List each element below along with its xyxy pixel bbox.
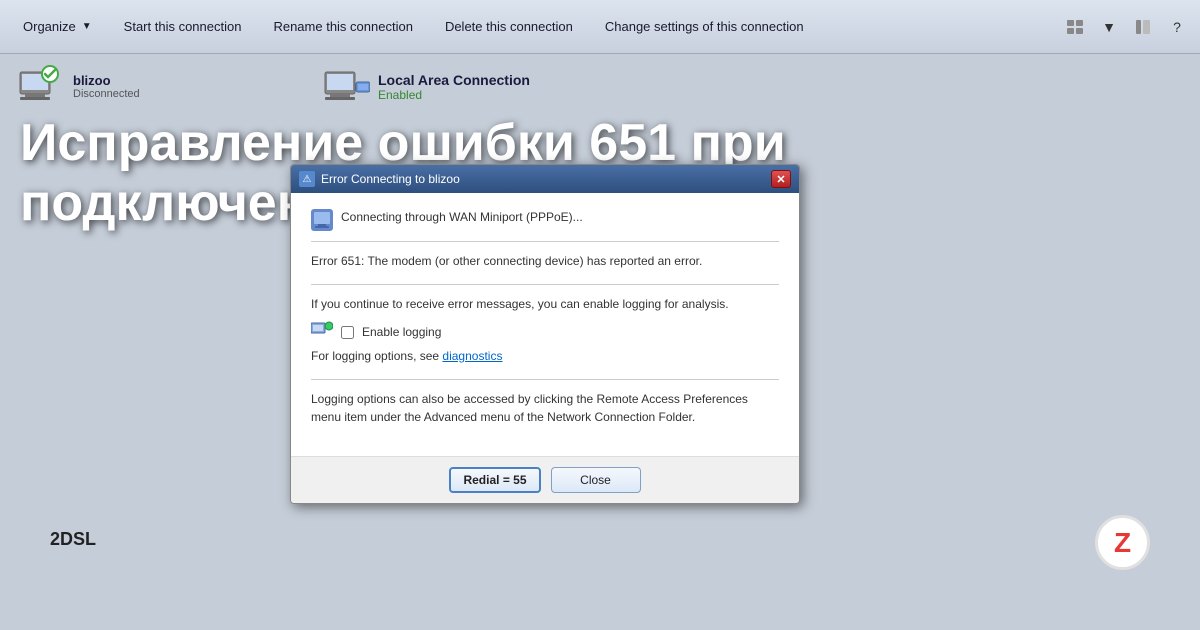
pane-icon	[1136, 20, 1150, 34]
connecting-icon	[311, 209, 333, 231]
connecting-row: Connecting through WAN Miniport (PPPoE).…	[311, 209, 779, 231]
close-button[interactable]: Close	[551, 467, 641, 493]
toolbar-right: ▼ ?	[1060, 12, 1192, 42]
delete-connection-button[interactable]: Delete this connection	[430, 8, 588, 46]
toolbar: Organize ▼ Start this connection Rename …	[0, 0, 1200, 54]
organize-label: Organize	[23, 19, 76, 34]
dialog-body: Connecting through WAN Miniport (PPPoE).…	[291, 193, 799, 456]
main-area: blizoo Disconnected Local Area Connectio…	[0, 54, 1200, 630]
rename-label: Rename this connection	[273, 19, 412, 34]
redial-label: Redial = 55	[463, 473, 526, 487]
enable-logging-row: Enable logging	[311, 321, 779, 343]
dialog-title: Error Connecting to blizoo	[321, 172, 460, 186]
organize-arrow-icon: ▼	[82, 21, 92, 32]
settings-label: Change settings of this connection	[605, 19, 804, 34]
start-label: Start this connection	[124, 19, 242, 34]
dialog-title-icon: ⚠	[299, 171, 315, 187]
divider-2	[311, 284, 779, 285]
error-section: Error 651: The modem (or other connectin…	[311, 252, 779, 270]
delete-label: Delete this connection	[445, 19, 573, 34]
settings-connection-button[interactable]: Change settings of this connection	[590, 8, 819, 46]
logging-network-icon	[311, 321, 333, 343]
dialog-footer: Redial = 55 Close	[291, 456, 799, 503]
organize-button[interactable]: Organize ▼	[8, 8, 107, 46]
dialog-overlay: ⚠ Error Connecting to blizoo ✕	[0, 54, 1200, 630]
note-text: Logging options can also be accessed by …	[311, 390, 779, 426]
rename-connection-button[interactable]: Rename this connection	[258, 8, 427, 46]
view-icon	[1067, 20, 1083, 34]
view-icon-btn[interactable]	[1060, 12, 1090, 42]
logging-section: If you continue to receive error message…	[311, 295, 779, 365]
logging-link-prefix: For logging options, see	[311, 349, 442, 363]
diagnostics-link[interactable]: diagnostics	[442, 349, 502, 363]
pane-icon-btn[interactable]	[1128, 12, 1158, 42]
error-text: Error 651: The modem (or other connectin…	[311, 252, 779, 270]
close-label: Close	[580, 473, 611, 487]
enable-logging-label: Enable logging	[362, 325, 441, 339]
redial-button[interactable]: Redial = 55	[449, 467, 540, 493]
enable-logging-checkbox[interactable]	[341, 326, 354, 339]
dialog-close-button[interactable]: ✕	[771, 170, 791, 188]
note-section: Logging options can also be accessed by …	[311, 390, 779, 426]
dialog-titlebar-left: ⚠ Error Connecting to blizoo	[299, 171, 460, 187]
arrow-icon-btn[interactable]: ▼	[1094, 12, 1124, 42]
start-connection-button[interactable]: Start this connection	[109, 8, 257, 46]
logging-prompt: If you continue to receive error message…	[311, 295, 779, 313]
dialog-titlebar: ⚠ Error Connecting to blizoo ✕	[291, 165, 799, 193]
help-icon-btn[interactable]: ?	[1162, 12, 1192, 42]
error-dialog: ⚠ Error Connecting to blizoo ✕	[290, 164, 800, 504]
connecting-status: Connecting through WAN Miniport (PPPoE).…	[341, 210, 583, 224]
divider-3	[311, 379, 779, 380]
divider-1	[311, 241, 779, 242]
logging-link-text: For logging options, see diagnostics	[311, 347, 779, 365]
